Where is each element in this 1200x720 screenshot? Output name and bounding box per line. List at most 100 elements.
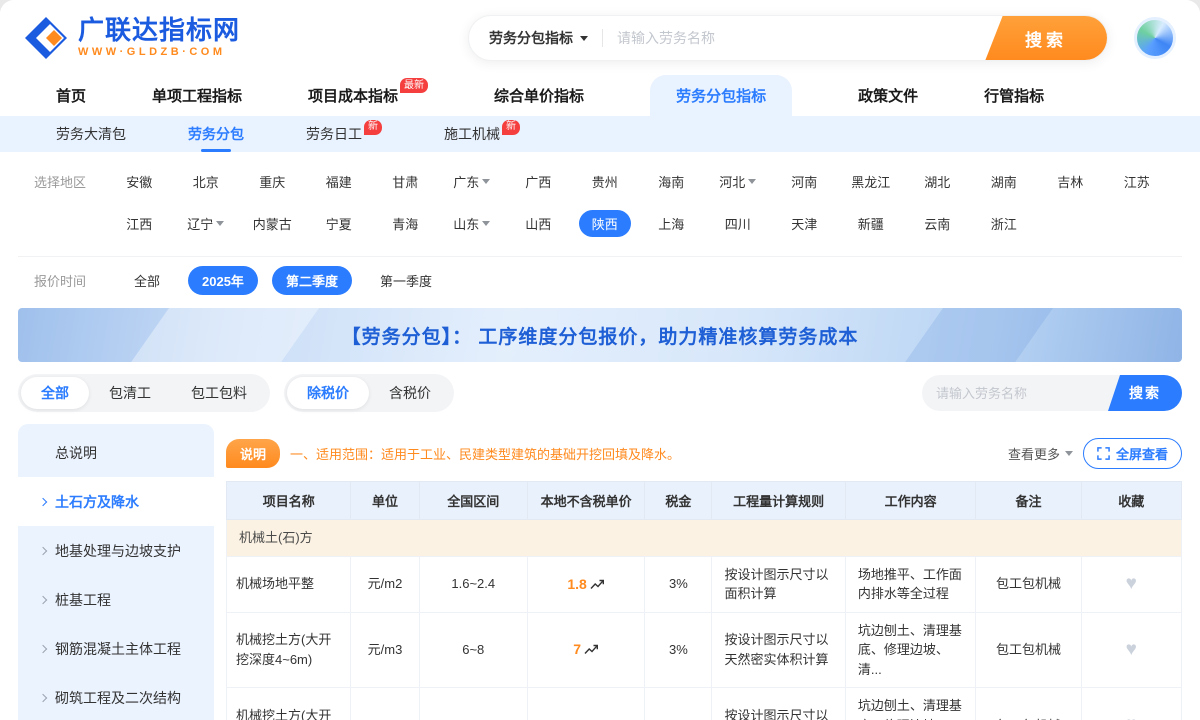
favorite-cell: ♥ (1081, 556, 1181, 612)
region-item-label: 青海 (392, 210, 418, 237)
filter-pill[interactable]: 除税价 (287, 377, 369, 409)
region-item[interactable]: 内蒙古 (239, 210, 306, 237)
search-category-dropdown[interactable]: 劳务分包指标 (469, 28, 602, 48)
subnav-item[interactable]: 劳务分包 (188, 116, 244, 152)
region-item-label: 天津 (791, 210, 817, 237)
main-area: 总说明土石方及降水地基处理与边坡支护桩基工程钢筋混凝土主体工程砌筑工程及二次结构… (0, 422, 1200, 720)
region-item[interactable]: 新疆 (838, 210, 905, 237)
quote-time-option[interactable]: 全部 (120, 266, 174, 295)
filter-row: 全部包清工包工包料 除税价含税价 搜索 (0, 362, 1200, 422)
region-item[interactable]: 四川 (705, 210, 772, 237)
view-more-link[interactable]: 查看更多 (1008, 444, 1073, 463)
region-item[interactable]: 安徽 (106, 168, 173, 195)
region-item[interactable]: 广西 (505, 168, 572, 195)
region-item[interactable]: 吉林 (1037, 168, 1104, 195)
list-search-button[interactable]: 搜索 (1108, 375, 1182, 411)
filter-pill[interactable]: 全部 (21, 377, 89, 409)
region-item[interactable]: 山东 (439, 210, 506, 237)
contract-type-filter-group: 全部包清工包工包料 (18, 374, 270, 412)
sub-nav: 劳务大清包 劳务分包 劳务日工新 施工机械新 (0, 116, 1200, 152)
filter-pill[interactable]: 包清工 (89, 377, 171, 409)
site-logo[interactable]: 广联达指标网 WWW·GLDZB·COM (24, 16, 240, 60)
region-item[interactable]: 海南 (638, 168, 705, 195)
region-item[interactable]: 福建 (306, 168, 373, 195)
sidebar-item[interactable]: 土石方及降水 (18, 477, 214, 526)
region-item-label: 贵州 (592, 168, 618, 195)
sidebar-item[interactable]: 总说明 (18, 428, 214, 477)
region-item[interactable]: 江苏 (1104, 168, 1171, 195)
nav-item-label: 行管指标 (984, 85, 1044, 106)
fullscreen-button[interactable]: 全屏查看 (1083, 438, 1182, 469)
quote-time-section: 报价时间 全部 2025年第二季度第一季度 (0, 257, 1200, 306)
sidebar-item[interactable]: 地基处理与边坡支护 (18, 526, 214, 575)
region-item[interactable]: 辽宁 (173, 210, 240, 237)
region-item[interactable]: 宁夏 (306, 210, 373, 237)
filter-pill[interactable]: 含税价 (369, 377, 451, 409)
table-row: 机械场地平整元/m21.6~2.41.83%按设计图示尺寸以面积计算场地推平、工… (227, 556, 1182, 612)
filter-pill[interactable]: 包工包料 (171, 377, 267, 409)
region-item-label: 辽宁 (187, 210, 213, 237)
list-search-input[interactable] (922, 386, 1108, 401)
search-category-label: 劳务分包指标 (489, 28, 573, 48)
region-item-label: 甘肃 (392, 168, 418, 195)
note-cell: 包工包机械 (976, 612, 1081, 688)
region-item-label: 浙江 (991, 210, 1017, 237)
quote-time-options: 全部 2025年第二季度第一季度 (120, 266, 446, 295)
table-row: 机械挖土方(大开挖深度6m以上)元/m37~1093%按设计图示尺寸以天然密实体… (227, 688, 1182, 720)
sidebar-item[interactable]: 钢筋混凝土主体工程 (18, 624, 214, 673)
user-avatar[interactable] (1134, 17, 1176, 59)
heart-icon[interactable]: ♥ (1126, 639, 1137, 660)
region-item[interactable]: 陕西 (572, 210, 639, 237)
region-item-label: 北京 (193, 168, 219, 195)
heart-icon[interactable]: ♥ (1126, 714, 1137, 720)
sidebar-item[interactable]: 砌筑工程及二次结构 (18, 673, 214, 720)
calc-rule-cell: 按设计图示尺寸以面积计算 (712, 556, 845, 612)
subnav-item[interactable]: 施工机械新 (444, 116, 520, 152)
region-item[interactable]: 上海 (638, 210, 705, 237)
region-item-label: 江苏 (1124, 168, 1150, 195)
region-item[interactable]: 云南 (904, 210, 971, 237)
region-item[interactable]: 广东 (439, 168, 506, 195)
region-item[interactable]: 北京 (173, 168, 240, 195)
chevron-right-icon (39, 693, 47, 701)
region-item[interactable]: 青海 (372, 210, 439, 237)
region-item-label: 云南 (924, 210, 950, 237)
subnav-item[interactable]: 劳务日工新 (306, 116, 382, 152)
region-item[interactable]: 湖南 (971, 168, 1038, 195)
region-item[interactable]: 天津 (771, 210, 838, 237)
region-item[interactable]: 山西 (505, 210, 572, 237)
region-item[interactable]: 甘肃 (372, 168, 439, 195)
nav-item[interactable]: 项目成本指标最新 (308, 75, 428, 116)
nav-item[interactable]: 劳务分包指标 (650, 75, 792, 116)
region-item[interactable]: 河北 (705, 168, 772, 195)
column-header: 单位 (351, 482, 419, 520)
header-search-input[interactable] (603, 30, 985, 46)
heart-icon[interactable]: ♥ (1126, 573, 1137, 594)
region-item[interactable]: 浙江 (971, 210, 1038, 237)
region-item-label: 山西 (525, 210, 551, 237)
region-item[interactable]: 湖北 (904, 168, 971, 195)
region-item[interactable]: 重庆 (239, 168, 306, 195)
nav-item[interactable]: 政策文件 (858, 75, 918, 116)
region-filter-label: 选择地区 (34, 172, 106, 191)
quote-time-label: 报价时间 (34, 271, 106, 290)
quote-time-option[interactable]: 第一季度 (366, 266, 446, 295)
region-filter-section: 选择地区 安徽北京重庆福建 甘肃广东广西贵州海南河北河南黑龙江湖北湖南吉林江苏 江… (0, 152, 1200, 256)
region-item[interactable]: 黑龙江 (838, 168, 905, 195)
header-search-button[interactable]: 搜索 (985, 15, 1107, 61)
nav-item[interactable]: 单项工程指标 (152, 75, 242, 116)
region-item[interactable]: 河南 (771, 168, 838, 195)
quote-time-option[interactable]: 第二季度 (272, 266, 352, 295)
region-item-label: 福建 (326, 168, 352, 195)
region-item-label: 湖南 (991, 168, 1017, 195)
region-item[interactable]: 贵州 (572, 168, 639, 195)
nav-item[interactable]: 首页 (56, 75, 86, 116)
subnav-item[interactable]: 劳务大清包 (56, 116, 126, 152)
unit-cell: 元/m2 (351, 556, 419, 612)
sidebar-item[interactable]: 桩基工程 (18, 575, 214, 624)
unit-cell: 元/m3 (351, 688, 419, 720)
nav-item[interactable]: 综合单价指标 (494, 75, 584, 116)
quote-time-option[interactable]: 2025年 (188, 266, 258, 295)
region-item[interactable]: 江西 (106, 210, 173, 237)
nav-item[interactable]: 行管指标 (984, 75, 1044, 116)
